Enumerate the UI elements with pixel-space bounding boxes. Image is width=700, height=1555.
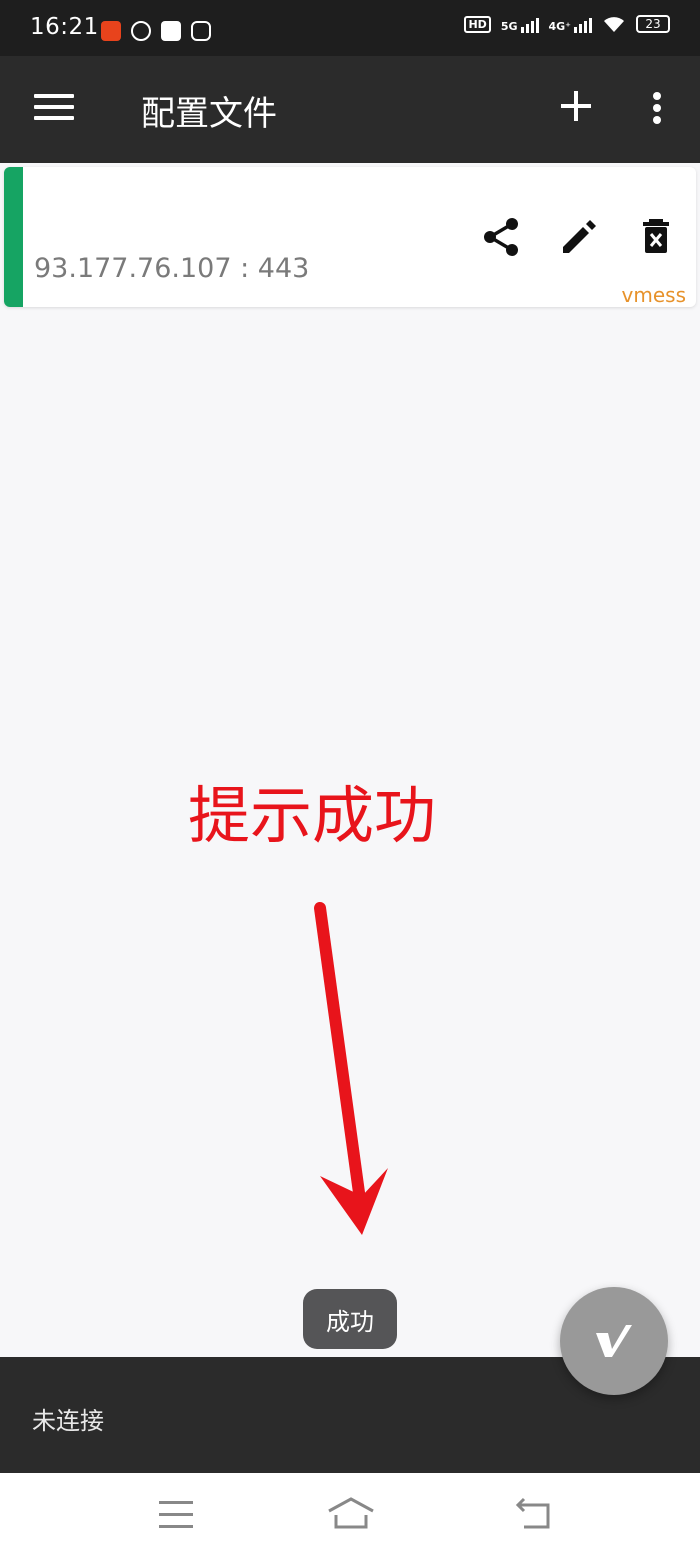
edit-button[interactable]: [557, 215, 601, 259]
play-notification-icon: [191, 21, 211, 41]
more-vertical-icon[interactable]: [645, 92, 669, 128]
recents-icon: [159, 1501, 193, 1528]
map-notification-icon: [161, 21, 181, 41]
share-icon: [484, 218, 518, 256]
back-icon: [515, 1497, 550, 1529]
connection-status-text: 未连接: [32, 1407, 104, 1435]
status-indicators: HD 5G 4G⁺ 23: [464, 14, 670, 34]
delete-icon: [643, 219, 669, 253]
protocol-type-label: vmess: [621, 283, 686, 307]
server-address: 93.177.76.107 : 443: [34, 253, 310, 284]
add-config-button[interactable]: [556, 86, 596, 130]
annotation-text: 提示成功: [188, 779, 437, 852]
plus-icon: [561, 91, 591, 121]
status-time: 16:21: [30, 14, 99, 40]
delete-button[interactable]: [634, 215, 678, 259]
signal-5g-icon: 5G: [501, 15, 539, 33]
share-button[interactable]: [480, 215, 524, 259]
recents-button[interactable]: [151, 1493, 201, 1535]
news-app-notification-icon: [101, 21, 121, 41]
toast-text: 成功: [326, 1307, 374, 1336]
server-list-item[interactable]: 93.177.76.107 : 443 vmess: [4, 167, 696, 307]
pencil-icon: [563, 220, 596, 253]
home-icon: [328, 1497, 374, 1529]
toast-message: 成功: [303, 1289, 397, 1349]
connect-fab-button[interactable]: [560, 1287, 668, 1395]
home-button[interactable]: [326, 1493, 376, 1535]
page-title: 配置文件: [141, 94, 277, 134]
notification-icons: [101, 21, 211, 41]
signal-4g-icon: 4G⁺: [549, 15, 592, 33]
v2ray-logo-icon: [596, 1325, 632, 1357]
wifi-icon: [604, 17, 624, 32]
hd-icon: HD: [464, 15, 491, 33]
annotation-arrow-icon: [314, 902, 388, 1235]
app-toolbar: 配置文件: [0, 56, 700, 163]
hamburger-menu-icon[interactable]: [34, 94, 74, 126]
status-bar: 16:21 HD 5G 4G⁺ 23: [0, 0, 700, 56]
back-button[interactable]: [510, 1493, 560, 1535]
battery-icon: 23: [636, 15, 670, 33]
system-navigation-bar: [0, 1473, 700, 1555]
wechat-notification-icon: [131, 21, 151, 41]
selected-indicator: [4, 167, 23, 307]
